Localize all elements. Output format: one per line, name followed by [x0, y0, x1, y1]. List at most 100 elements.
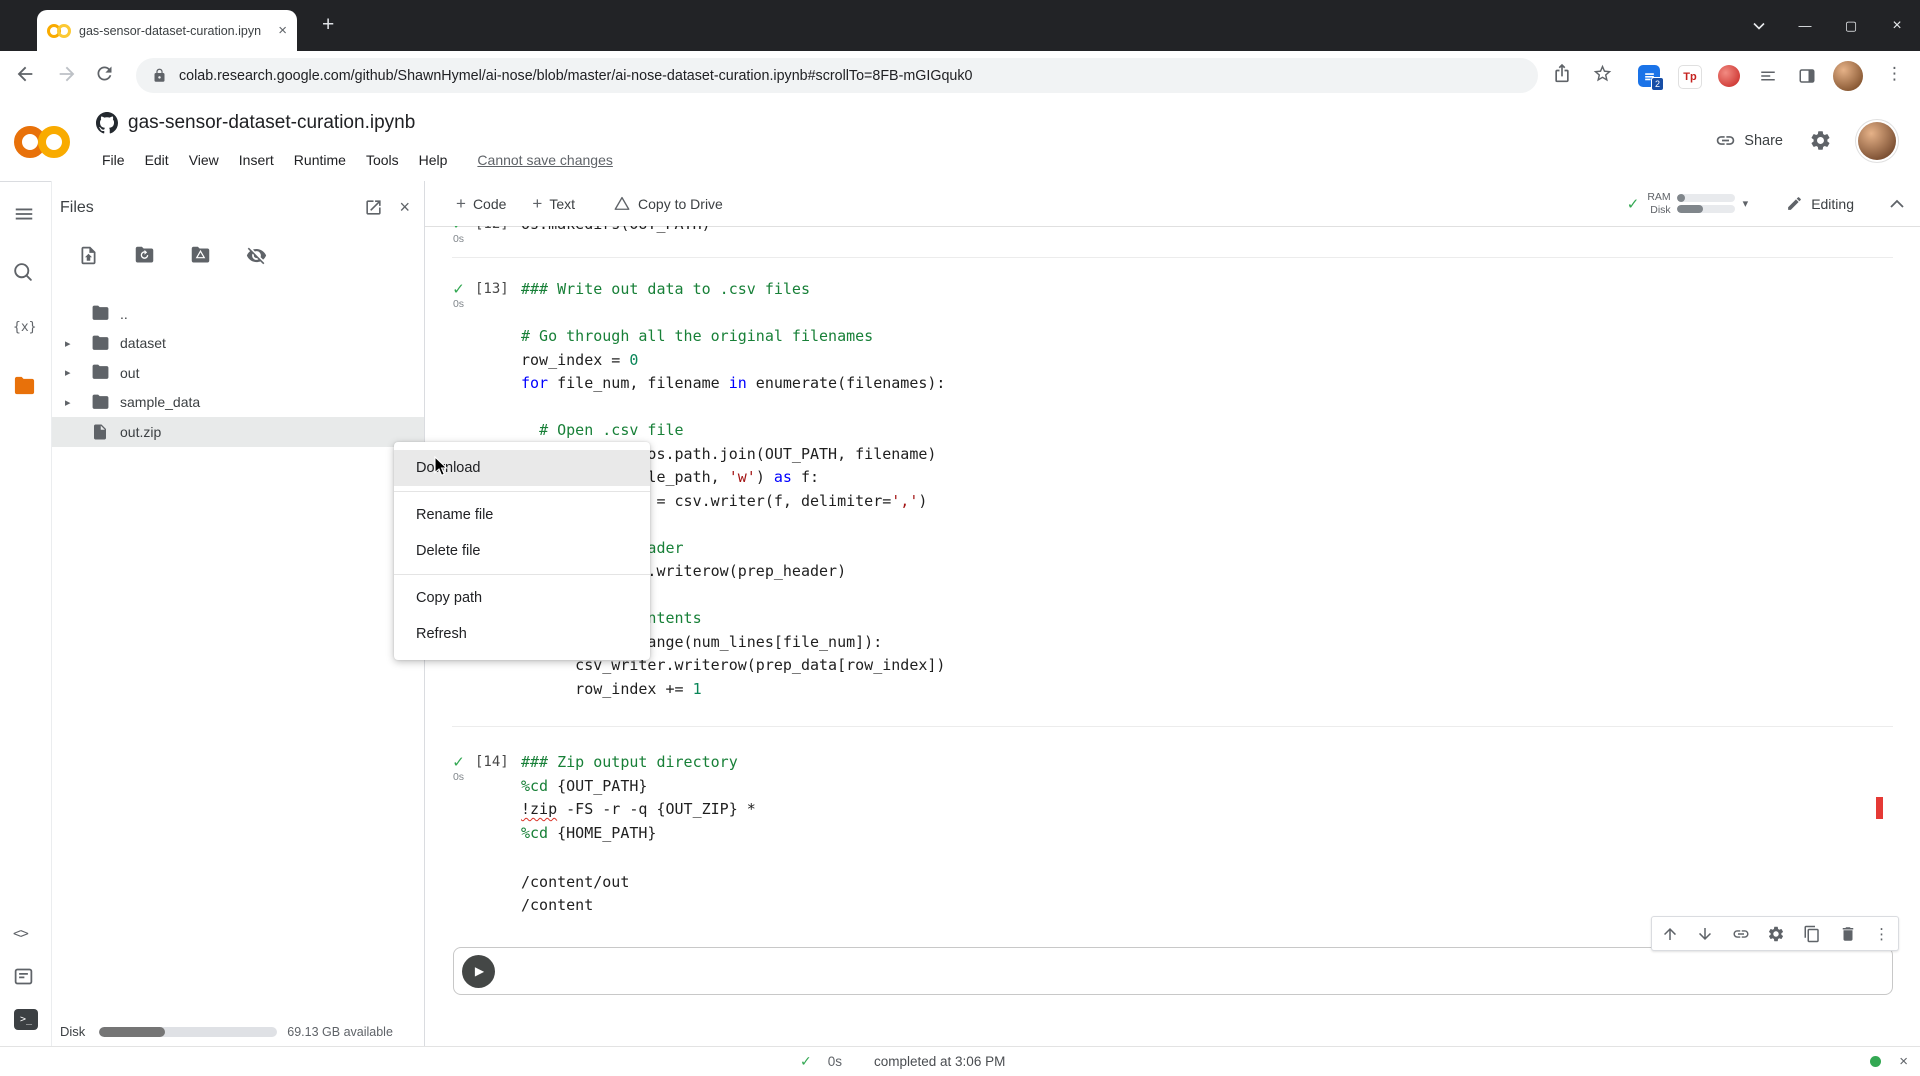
tree-item-sample-data[interactable]: ▸ sample_data	[52, 388, 424, 418]
context-menu-copy-path[interactable]: Copy path	[394, 580, 650, 616]
notebook-toolbar: + Code + Text Copy to Drive ✓ RAM Disk	[425, 181, 1920, 227]
resources-dropdown-chevron-icon[interactable]: ▾	[1743, 197, 1749, 210]
window-maximize-button[interactable]: ▢	[1828, 18, 1874, 34]
bookmark-star-icon[interactable]	[1592, 63, 1616, 87]
tree-item-out[interactable]: ▸ out	[52, 358, 424, 388]
resource-usage-bars[interactable]	[1677, 191, 1735, 216]
add-code-label: Code	[473, 196, 506, 212]
forward-icon[interactable]	[54, 63, 78, 87]
expand-chevron-icon[interactable]: ▸	[65, 366, 81, 379]
cell-run-success-icon: ✓	[442, 282, 475, 298]
tree-item-parent-dir[interactable]: ..	[52, 299, 424, 329]
move-cell-down-icon[interactable]	[1696, 925, 1714, 943]
side-panel-icon[interactable]	[1796, 65, 1818, 87]
cell-output: /content/out/content	[521, 871, 1893, 917]
save-status-link[interactable]: Cannot save changes	[477, 152, 612, 168]
run-cell-button[interactable]: ▶	[462, 955, 495, 988]
github-icon[interactable]	[96, 112, 118, 134]
tree-item-out-zip[interactable]: out.zip	[52, 417, 424, 447]
address-bar[interactable]: colab.research.google.com/github/ShawnHy…	[136, 58, 1538, 93]
folder-icon	[91, 304, 111, 323]
editing-mode-button[interactable]: Editing	[1786, 195, 1854, 212]
cell-code-editor[interactable]: ### Write out data to .csv files # Go th…	[521, 278, 1893, 701]
menu-view[interactable]: View	[179, 148, 229, 172]
popout-panel-icon[interactable]	[364, 198, 383, 217]
empty-code-cell[interactable]: ▶	[453, 947, 1893, 995]
cell-code-editor[interactable]: os.makedirs(OUT_PATH)	[521, 226, 1893, 246]
mirror-cell-icon[interactable]	[1803, 925, 1821, 943]
tab-close-icon[interactable]: ×	[278, 22, 287, 39]
cell-execution-count[interactable]: [14]	[475, 751, 521, 845]
variables-icon[interactable]: {x}	[13, 320, 37, 344]
copy-to-drive-button[interactable]: Copy to Drive	[613, 195, 723, 213]
terminal-button[interactable]: >_	[14, 1009, 38, 1030]
command-palette-icon[interactable]	[13, 966, 37, 990]
upload-file-icon[interactable]	[78, 245, 99, 266]
close-panel-icon[interactable]: ×	[399, 197, 410, 218]
files-panel: Files ×	[52, 181, 425, 1047]
link-to-cell-icon[interactable]	[1732, 925, 1750, 943]
tab-search-chevron-icon[interactable]	[1736, 22, 1782, 30]
expand-chevron-icon[interactable]: ▸	[65, 337, 81, 350]
refresh-files-icon[interactable]	[134, 245, 155, 266]
cell-execution-count[interactable]: [12]	[475, 226, 521, 246]
mount-drive-icon[interactable]	[190, 245, 211, 266]
window-close-button[interactable]: ×	[1874, 17, 1920, 35]
add-code-button[interactable]: + Code	[456, 196, 506, 212]
settings-gear-icon[interactable]	[1809, 129, 1832, 152]
context-menu-delete-file[interactable]: Delete file	[394, 533, 650, 569]
new-tab-button[interactable]: +	[322, 14, 334, 35]
lock-icon[interactable]	[152, 68, 167, 83]
add-text-button[interactable]: + Text	[532, 196, 575, 212]
files-folder-icon[interactable]	[13, 375, 37, 399]
reload-icon[interactable]	[94, 63, 118, 87]
colab-profile-avatar[interactable]	[1858, 122, 1896, 160]
tree-item-dataset[interactable]: ▸ dataset	[52, 329, 424, 359]
context-menu-download[interactable]: Download	[394, 450, 650, 486]
menu-tools[interactable]: Tools	[356, 148, 409, 172]
search-icon[interactable]	[13, 262, 37, 286]
extension-icon-red[interactable]	[1718, 65, 1740, 87]
share-button[interactable]: Share	[1715, 130, 1783, 151]
browser-tab[interactable]: gas-sensor-dataset-curation.ipyn ×	[37, 10, 297, 51]
table-of-contents-icon[interactable]	[13, 203, 37, 227]
browser-profile-avatar[interactable]	[1833, 61, 1863, 91]
extension-icon-tp[interactable]: Tp	[1678, 65, 1702, 89]
browser-menu-kebab-icon[interactable]: ⋮	[1886, 64, 1903, 84]
extension-icon-blue[interactable]: 2	[1638, 65, 1660, 87]
delete-cell-icon[interactable]	[1839, 925, 1857, 943]
notebook-title[interactable]: gas-sensor-dataset-curation.ipynb	[128, 112, 415, 134]
cell-more-kebab-icon[interactable]: ⋮	[1874, 925, 1889, 943]
menu-help[interactable]: Help	[409, 148, 458, 172]
colab-logo[interactable]	[14, 126, 70, 158]
context-menu-rename-file[interactable]: Rename file	[394, 497, 650, 533]
editing-label: Editing	[1811, 196, 1854, 212]
code-cell-14[interactable]: ✓0s[14]### Zip output directory%cd {OUT_…	[442, 727, 1893, 917]
share-page-icon[interactable]	[1552, 63, 1576, 87]
file-icon	[91, 423, 111, 441]
ram-usage-bar	[1677, 194, 1735, 202]
back-icon[interactable]	[14, 63, 38, 87]
code-cell-13[interactable]: ✓0s[13]### Write out data to .csv files …	[442, 258, 1893, 727]
code-cell-12[interactable]: ✓0s[12]os.makedirs(OUT_PATH)	[442, 226, 1893, 258]
browser-navbar: colab.research.google.com/github/ShawnHy…	[0, 51, 1920, 101]
move-cell-up-icon[interactable]	[1661, 925, 1679, 943]
url-text[interactable]: colab.research.google.com/github/ShawnHy…	[179, 68, 972, 84]
code-snippets-icon[interactable]: <>	[13, 926, 37, 950]
cell-settings-gear-icon[interactable]	[1767, 925, 1785, 943]
completion-message: completed at 3:06 PM	[874, 1054, 1005, 1069]
expand-chevron-icon[interactable]: ▸	[65, 396, 81, 409]
window-minimize-button[interactable]: —	[1782, 18, 1828, 33]
extension-icon-lines[interactable]	[1757, 65, 1779, 87]
cell-code-editor[interactable]: ### Zip output directory%cd {OUT_PATH}!z…	[521, 751, 1893, 845]
menu-runtime[interactable]: Runtime	[284, 148, 356, 172]
collapse-header-chevron-icon[interactable]	[1890, 199, 1904, 208]
menu-insert[interactable]: Insert	[229, 148, 284, 172]
scrollbar-error-marker	[1876, 797, 1883, 819]
menu-edit[interactable]: Edit	[135, 148, 179, 172]
left-rail: {x} <> >_	[0, 181, 52, 1047]
menu-file[interactable]: File	[92, 148, 135, 172]
dismiss-status-icon[interactable]: ×	[1899, 1053, 1908, 1070]
hidden-files-eye-icon[interactable]	[246, 245, 267, 266]
context-menu-refresh[interactable]: Refresh	[394, 616, 650, 652]
